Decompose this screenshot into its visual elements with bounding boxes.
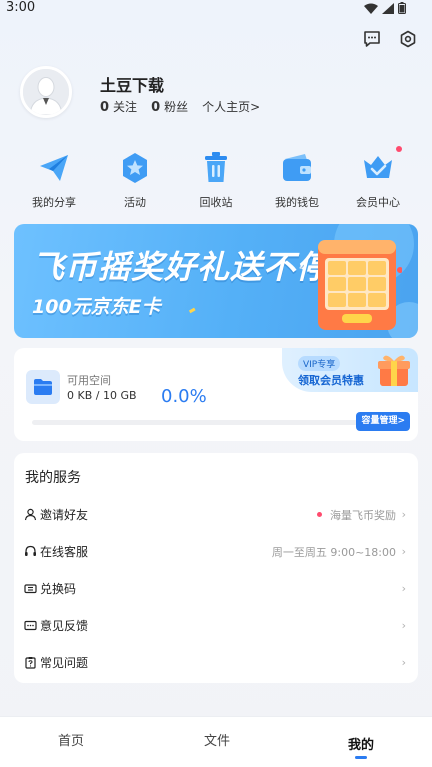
quick-label-wallet: 我的钱包 xyxy=(275,196,319,209)
vip-offer-tag[interactable]: VIP专享 领取会员特惠 xyxy=(282,348,418,392)
storage-card: VIP专享 领取会员特惠 可用空间 0 KB / 10 GB 0.0% 容量管理… xyxy=(14,348,418,441)
avatar[interactable] xyxy=(20,66,72,118)
faq-icon xyxy=(25,657,36,669)
profile-header: 土豆下载 0 关注 0 粉丝 个人主页> xyxy=(20,66,420,122)
following-stat[interactable]: 0 关注 xyxy=(100,98,137,115)
active-tab-indicator xyxy=(355,756,367,759)
crown-icon xyxy=(360,146,402,186)
service-label-redeem: 兑换码 xyxy=(40,582,77,596)
service-extra-invite-text: 海量飞币奖励 xyxy=(330,508,396,522)
services-title: 我的服务 xyxy=(25,470,81,486)
tab-files[interactable]: 文件 xyxy=(204,730,230,749)
quick-item-vip[interactable]: 会员中心 xyxy=(338,146,418,210)
banner-title: 飞币摇奖好礼送不停 xyxy=(32,248,330,286)
quick-item-activity[interactable]: 活动 xyxy=(95,150,175,210)
service-label-faq: 常见问题 xyxy=(40,656,89,670)
message-icon[interactable] xyxy=(362,29,382,49)
following-label: 关注 xyxy=(113,100,138,114)
tab-mine[interactable]: 我的 xyxy=(348,734,374,753)
user-invite-icon xyxy=(24,508,37,521)
space-value: 0 KB / 10 GB xyxy=(67,389,137,402)
chevron-right-icon: › xyxy=(401,656,406,669)
vip-chip: VIP专享 xyxy=(298,356,341,371)
ticket-icon xyxy=(24,584,37,594)
bottom-tabbar: 首页 文件 我的 xyxy=(0,716,432,767)
service-row-redeem[interactable]: 兑换码 › xyxy=(14,570,418,607)
following-count: 0 xyxy=(100,100,110,115)
quick-label-activity: 活动 xyxy=(124,196,146,209)
followers-count: 0 xyxy=(151,100,161,115)
services-card: 我的服务 邀请好友 海量飞币奖励 › 在线客服 周一至周五 9:00~18:00… xyxy=(14,453,418,683)
followers-label: 粉丝 xyxy=(164,100,189,114)
capacity-manage-button[interactable]: 容量管理> xyxy=(356,412,410,431)
gift-box-icon xyxy=(378,355,410,386)
promo-banner[interactable]: 飞币摇奖好礼送不停 100元京东E卡 xyxy=(14,224,418,338)
profile-stats: 0 关注 0 粉丝 个人主页> xyxy=(100,98,260,115)
space-percent: 0.0% xyxy=(161,386,207,407)
chevron-right-icon: › xyxy=(401,508,406,521)
headset-icon xyxy=(25,545,36,556)
signal-icon xyxy=(382,2,394,14)
star-badge-icon xyxy=(117,150,153,186)
status-bar: 3:00 xyxy=(0,0,432,20)
homepage-link[interactable]: 个人主页> xyxy=(202,98,260,115)
quick-label-recycle: 回收站 xyxy=(199,196,233,209)
top-actions xyxy=(362,29,418,49)
settings-icon[interactable] xyxy=(398,29,418,49)
service-label-feedback: 意见反馈 xyxy=(40,619,89,633)
service-extra-support: 周一至周五 9:00~18:00 xyxy=(271,545,396,559)
status-icons xyxy=(364,2,406,14)
service-extra-invite: 海量飞币奖励 xyxy=(317,507,396,523)
tab-home[interactable]: 首页 xyxy=(58,730,84,749)
chevron-right-icon: › xyxy=(401,545,406,558)
default-avatar-icon xyxy=(23,69,69,115)
storage-progress xyxy=(32,420,358,425)
quick-label-vip: 会员中心 xyxy=(356,196,400,209)
quick-actions: 我的分享 活动 回收站 我的钱包 会员中心 xyxy=(14,146,418,210)
username: 土豆下载 xyxy=(100,76,165,95)
quick-item-wallet[interactable]: 我的钱包 xyxy=(257,150,337,210)
chevron-right-icon: › xyxy=(401,582,406,595)
feedback-icon xyxy=(24,620,37,631)
quick-item-recycle[interactable]: 回收站 xyxy=(176,150,256,210)
battery-icon xyxy=(398,2,406,14)
paper-plane-icon xyxy=(36,150,72,186)
status-time: 3:00 xyxy=(6,0,36,15)
service-row-faq[interactable]: 常见问题 › xyxy=(14,644,418,681)
folder-icon xyxy=(26,370,60,404)
banner-subtitle: 100元京东E卡 xyxy=(32,296,161,318)
space-label: 可用空间 xyxy=(67,374,111,387)
service-row-invite[interactable]: 邀请好友 海量飞币奖励 › xyxy=(14,496,418,533)
wallet-icon xyxy=(279,150,315,186)
service-label-support: 在线客服 xyxy=(40,545,89,559)
notification-dot xyxy=(396,146,402,152)
wifi-icon xyxy=(364,3,378,14)
vip-offer-text: 领取会员特惠 xyxy=(298,374,364,387)
chevron-right-icon: › xyxy=(401,619,406,632)
service-row-feedback[interactable]: 意见反馈 › xyxy=(14,607,418,644)
trash-icon xyxy=(198,150,234,186)
quick-item-share[interactable]: 我的分享 xyxy=(14,150,94,210)
promo-dot xyxy=(317,512,322,517)
quick-label-share: 我的分享 xyxy=(32,196,76,209)
service-row-support[interactable]: 在线客服 周一至周五 9:00~18:00 › xyxy=(14,533,418,570)
followers-stat[interactable]: 0 粉丝 xyxy=(151,98,188,115)
slot-machine-icon xyxy=(318,240,402,330)
service-label-invite: 邀请好友 xyxy=(40,508,89,522)
